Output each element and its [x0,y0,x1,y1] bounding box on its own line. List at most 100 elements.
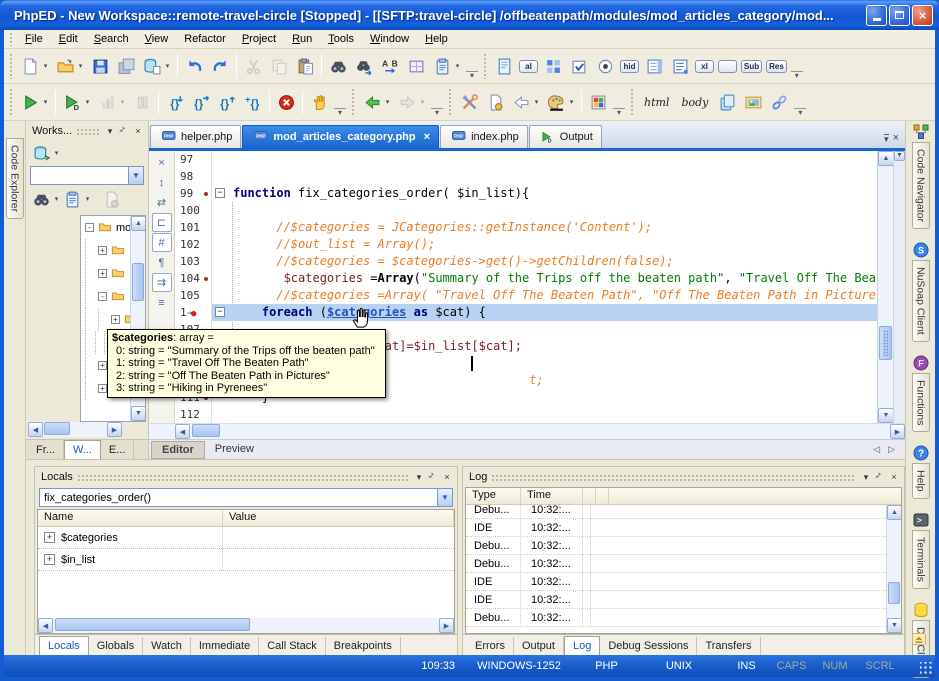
listbox-items-button[interactable] [667,53,693,79]
workspace-tab-E[interactable]: E... [101,441,135,459]
scroll-up-button[interactable]: ▲ [887,505,902,520]
workspace-filter-combo[interactable]: ▼ [30,166,144,185]
project-db-icon[interactable] [30,142,52,164]
scroll-right-button[interactable]: ▶ [107,422,122,437]
toolbar-grip[interactable] [448,88,453,115]
code-text[interactable]: foreach ($categories as $cat) { [229,304,877,321]
side-tab-code-navigator[interactable]: Code Navigator [912,124,930,229]
log-row[interactable]: Debu...10:32:... [466,555,886,573]
title-bar[interactable]: PhpED - New Workspace::remote-travel-cir… [0,0,939,30]
new-file-button[interactable]: ▾ [17,53,52,79]
log-tab-debug-sessions[interactable]: Debug Sessions [600,637,697,655]
log-row[interactable]: IDE10:32:... [466,573,886,591]
file-tab-helper-php[interactable]: PHPhelper.php [150,125,241,148]
menu-search[interactable]: Search [86,31,137,47]
dropdown-arrow[interactable]: ▾ [118,98,127,106]
listbox-button[interactable] [641,53,667,79]
log-tab-output[interactable]: Output [514,637,564,655]
panel-close-button[interactable]: × [887,470,901,484]
locals-column-value[interactable]: Value [223,510,454,526]
gutter-arrows-button[interactable]: ⇉ [152,273,172,292]
toolbar-overflow-button[interactable]: ▾ [466,71,478,79]
log-column-type[interactable]: Type [466,488,521,504]
expand-icon[interactable]: + [44,532,55,543]
drag-grip[interactable] [76,128,99,135]
panel-close-button[interactable]: × [440,470,454,484]
tools-button[interactable] [456,89,482,115]
scroll-thumb[interactable] [55,618,250,631]
toolbar-grip[interactable] [630,88,635,115]
link-button[interactable] [766,89,792,115]
pin-button[interactable] [873,470,887,484]
undo-button[interactable] [181,53,207,79]
locals-row[interactable]: +$in_list [38,549,454,571]
code-text[interactable] [229,151,877,168]
expand-icon[interactable]: + [98,246,107,255]
dropdown-arrow[interactable]: ▾ [83,195,92,203]
radio-button[interactable] [592,53,618,79]
eject-button[interactable] [911,633,931,649]
locals-row[interactable]: +$categories [38,527,454,549]
back-button[interactable]: ▾ [359,89,394,115]
replace-button[interactable]: AB [377,53,403,79]
code-text[interactable]: //$categories = JCategories::getInstance… [229,219,877,236]
next-view-button[interactable]: ▷ [888,444,895,455]
expand-icon[interactable]: + [98,361,107,370]
combo-field-button[interactable]: xI [693,53,716,79]
paste-button[interactable] [292,53,318,79]
debug-tab-watch[interactable]: Watch [143,637,191,655]
pin-button[interactable] [117,124,131,138]
scroll-down-button[interactable]: ▼ [887,618,902,633]
locals-table[interactable]: NameValue +$categories+$in_list ◀ ▶ [37,509,455,634]
page-tools-button[interactable] [482,89,508,115]
scroll-down-button[interactable]: ▼ [878,408,894,423]
code-text[interactable]: function fix_categories_order( $in_list)… [229,185,877,202]
toolbar-overflow-button[interactable]: ▾ [431,108,443,116]
dropdown-arrow[interactable]: ▾ [163,62,172,70]
menu-view[interactable]: View [137,31,177,47]
code-line-102[interactable]: 102 //$out_list = Array(); [175,236,877,253]
menu-help[interactable]: Help [417,31,456,47]
debug-tab-call-stack[interactable]: Call Stack [259,637,326,655]
minimize-button[interactable] [866,5,887,26]
dropdown-arrow[interactable]: ▾ [76,62,85,70]
html-button[interactable]: html [638,89,675,115]
dropdown-arrow[interactable]: ▾ [453,62,462,70]
log-tab-transfers[interactable]: Transfers [697,637,760,655]
submit-field-button[interactable]: Sub [739,53,764,79]
locals-column-name[interactable]: Name [38,510,223,526]
code-line-106[interactable]: 1➜●− foreach ($categories as $cat) { [175,304,877,321]
workspace-tab-W[interactable]: W... [64,440,101,459]
dropdown-arrow[interactable]: ▾ [52,195,61,203]
hand-button[interactable] [306,89,332,115]
layout-grid-button[interactable] [540,53,566,79]
menu-file[interactable]: File [17,31,51,47]
resize-grip[interactable] [920,662,933,675]
panel-menu-button[interactable]: ▾ [103,124,117,138]
menu-grip[interactable] [9,32,14,46]
prev-view-button[interactable]: ◁ [873,444,880,455]
tree-horizontal-scrollbar[interactable]: ◀ ▶ [28,422,122,437]
menu-window[interactable]: Window [362,31,417,47]
tab-close-icon[interactable]: × [424,131,430,143]
expand-icon[interactable]: + [44,554,55,565]
log-row[interactable]: Debu...10:32:... [466,505,886,519]
scroll-right-button[interactable]: ▶ [890,424,905,439]
code-line-99[interactable]: 99−function fix_categories_order( $in_li… [175,185,877,202]
dropdown-arrow[interactable]: ▾ [52,149,61,157]
side-tab-help[interactable]: ?Help [912,445,930,499]
expand-icon[interactable]: + [98,269,107,278]
code-text[interactable]: //$categories =Array( "Travel Off The Be… [229,287,877,304]
scroll-down-button[interactable]: ▼ [131,406,146,421]
workspace-tab-Fr[interactable]: Fr... [28,441,64,459]
colors-button[interactable] [585,89,611,115]
combo-arrow[interactable]: ▼ [437,489,452,506]
dropdown-arrow[interactable]: ▾ [567,98,576,106]
pause-button[interactable] [129,89,155,115]
forward-button[interactable]: ▾ [394,89,429,115]
select-frame-button[interactable] [403,53,429,79]
dropdown-arrow[interactable]: ▾ [83,98,92,106]
scroll-right-button[interactable]: ▶ [439,618,454,633]
scroll-thumb[interactable] [888,582,900,604]
log-tab-errors[interactable]: Errors [467,637,514,655]
